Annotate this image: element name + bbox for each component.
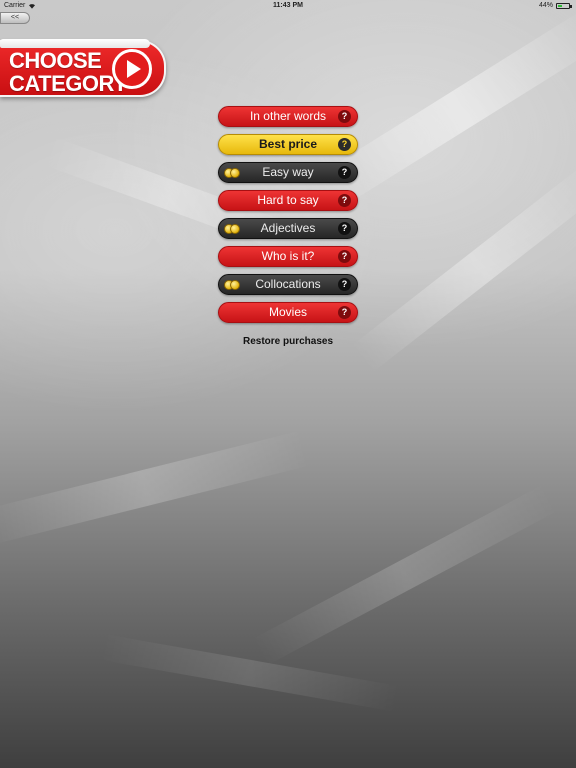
help-icon[interactable]: ? <box>338 306 351 319</box>
status-right: 44% <box>538 2 572 9</box>
category-label: Movies <box>268 305 307 319</box>
play-button[interactable] <box>112 49 152 89</box>
coin <box>230 280 240 290</box>
category-button[interactable]: Collocations? <box>218 274 358 295</box>
category-label: Best price <box>258 137 318 151</box>
help-icon[interactable]: ? <box>338 110 351 123</box>
restore-purchases-button[interactable]: Restore purchases <box>208 336 368 347</box>
page-title-line2: CATEGORY <box>9 71 128 96</box>
help-icon[interactable]: ? <box>338 250 351 263</box>
battery-level-fill <box>558 4 562 7</box>
back-button[interactable]: << <box>0 12 30 24</box>
category-label: Hard to say <box>257 193 319 207</box>
play-icon <box>127 60 141 78</box>
category-label: Collocations <box>255 277 321 291</box>
coins-icon <box>224 224 241 234</box>
page-title-line1: CHOOSE <box>9 48 102 73</box>
category-button[interactable]: Best price? <box>218 134 358 155</box>
help-icon[interactable]: ? <box>338 138 351 151</box>
category-list: In other words? Best price? Easy way? Hard … <box>218 106 358 330</box>
category-label: Easy way <box>262 165 314 179</box>
category-label: In other words <box>249 109 327 123</box>
coin <box>230 224 240 234</box>
coin <box>230 168 240 178</box>
background-streak <box>351 161 576 373</box>
help-icon[interactable]: ? <box>338 222 351 235</box>
battery-icon <box>556 2 572 9</box>
category-label: Who is it? <box>261 249 315 263</box>
category-button[interactable]: Hard to say? <box>218 190 358 211</box>
snow-cap-decoration <box>0 39 150 48</box>
header-banner: CHOOSE CATEGORY <box>0 39 166 97</box>
help-icon[interactable]: ? <box>338 194 351 207</box>
help-icon[interactable]: ? <box>338 278 351 291</box>
coins-icon <box>224 168 241 178</box>
page-title: CHOOSE CATEGORY <box>9 48 128 96</box>
category-button[interactable]: Easy way? <box>218 162 358 183</box>
category-button[interactable]: In other words? <box>218 106 358 127</box>
background-streak <box>0 430 310 546</box>
battery-percent: 44% <box>538 2 553 9</box>
background-streak <box>252 484 558 666</box>
category-button[interactable]: Adjectives? <box>218 218 358 239</box>
help-icon[interactable]: ? <box>338 166 351 179</box>
category-button[interactable]: Movies? <box>218 302 358 323</box>
category-label: Adjectives <box>260 221 316 235</box>
status-bar: Carrier 11:43 PM 44% <box>0 0 576 12</box>
background-streak <box>100 634 400 712</box>
category-button[interactable]: Who is it?? <box>218 246 358 267</box>
status-time: 11:43 PM <box>273 2 303 9</box>
coins-icon <box>224 280 241 290</box>
